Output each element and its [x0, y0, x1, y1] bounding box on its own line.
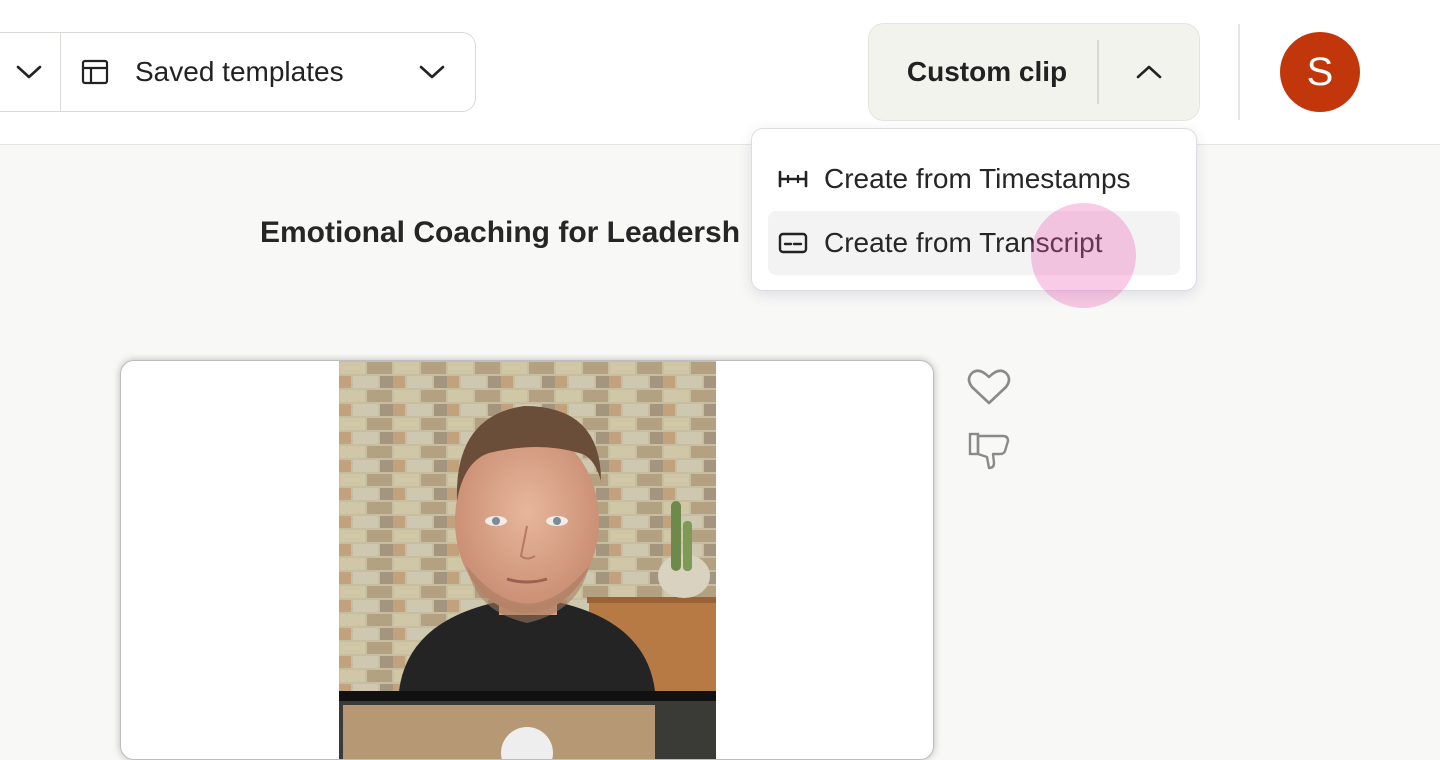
- heart-icon: [967, 369, 1011, 405]
- chevron-down-icon: [16, 65, 42, 79]
- saved-templates-label: Saved templates: [135, 56, 344, 87]
- like-button[interactable]: [966, 364, 1012, 410]
- top-bar: Saved templates Custom clip S: [0, 0, 1440, 145]
- video-frame-image: [339, 361, 716, 759]
- previous-dropdown-toggle[interactable]: [0, 33, 61, 111]
- template-selector-group: Saved templates: [0, 32, 476, 112]
- dislike-button[interactable]: [966, 428, 1012, 474]
- clip-actions: [966, 364, 1012, 492]
- video-thumbnail[interactable]: [339, 361, 716, 759]
- user-avatar[interactable]: S: [1280, 32, 1360, 112]
- custom-clip-button[interactable]: Custom clip: [869, 56, 1097, 88]
- menu-item-label: Create from Transcript: [824, 227, 1103, 258]
- header-separator: [1238, 24, 1240, 120]
- thumbs-down-icon: [968, 432, 1010, 470]
- template-icon: [81, 59, 109, 85]
- menu-item-label: Create from Timestamps: [824, 163, 1131, 194]
- create-from-transcript[interactable]: Create from Transcript: [768, 211, 1180, 275]
- chevron-down-icon: [419, 65, 445, 79]
- create-from-timestamps[interactable]: Create from Timestamps: [768, 147, 1180, 211]
- custom-clip-menu-toggle[interactable]: [1099, 24, 1199, 120]
- clip-card[interactable]: [120, 360, 934, 760]
- page-title: Emotional Coaching for Leadersh: [260, 216, 741, 249]
- custom-clip-menu: Create from Timestamps Create from Trans…: [751, 128, 1197, 291]
- chevron-up-icon: [1136, 65, 1162, 79]
- saved-templates-dropdown[interactable]: Saved templates: [61, 33, 475, 111]
- timestamps-icon: [778, 169, 808, 189]
- custom-clip-split-button: Custom clip: [868, 23, 1200, 121]
- transcript-icon: [778, 232, 808, 254]
